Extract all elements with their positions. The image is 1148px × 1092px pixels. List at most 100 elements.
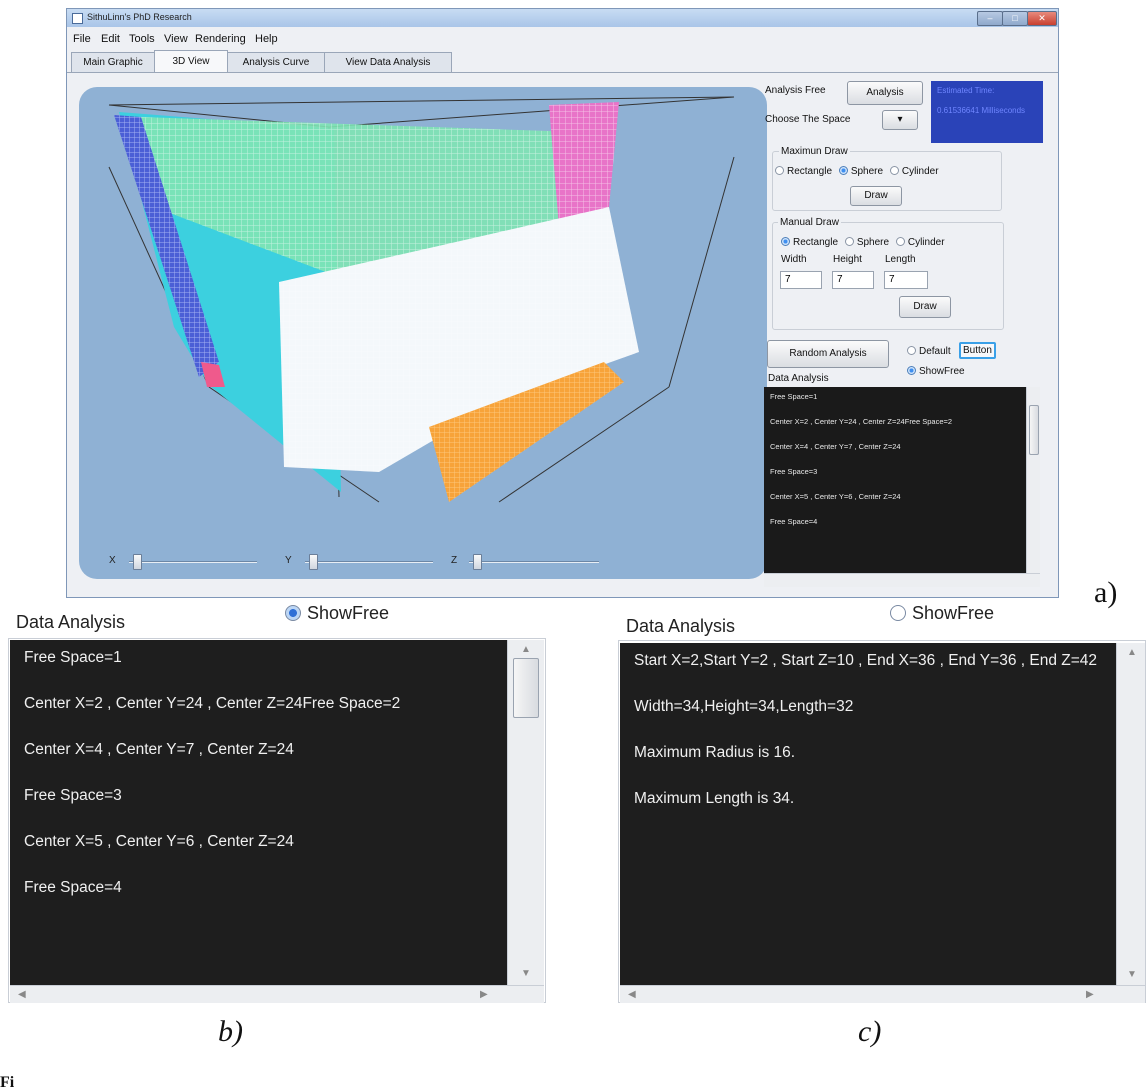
manual-sphere-radio[interactable]: Sphere: [844, 237, 889, 248]
menu-rendering[interactable]: Rendering: [195, 33, 246, 45]
slider-x-track[interactable]: [129, 561, 257, 563]
caption-c: c): [858, 1015, 882, 1048]
slider-y-thumb[interactable]: [309, 554, 318, 570]
output-line: Free Space=3: [770, 467, 818, 476]
scroll-down-icon[interactable]: ▼: [1127, 969, 1137, 980]
data-analysis-label: Data Analysis: [768, 373, 829, 384]
output-line: Width=34,Height=34,Length=32: [634, 698, 854, 715]
manual-draw-title: Manual Draw: [778, 217, 841, 228]
slider-y-track[interactable]: [305, 561, 433, 563]
output-line: Center X=5 , Center Y=6 , Center Z=24: [24, 833, 294, 850]
window-title: SithuLinn's PhD Research: [87, 12, 192, 22]
slider-x-thumb[interactable]: [133, 554, 142, 570]
output-line: Start X=2,Start Y=2 , Start Z=10 , End X…: [634, 652, 1098, 669]
choose-space-label: Choose The Space: [765, 114, 851, 125]
manual-cylinder-radio[interactable]: Cylinder: [895, 237, 945, 248]
close-button[interactable]: ✕: [1027, 11, 1057, 26]
app-window: SithuLinn's PhD Research – □ ✕ File Edit…: [66, 8, 1059, 598]
tab-analysis-curve[interactable]: Analysis Curve: [227, 52, 325, 72]
manual-rectangle-radio[interactable]: Rectangle: [781, 237, 838, 248]
tab-main-graphic[interactable]: Main Graphic: [71, 52, 155, 72]
height-label: Height: [833, 254, 862, 265]
menu-edit[interactable]: Edit: [101, 33, 120, 45]
output-line: Free Space=1: [770, 392, 818, 401]
output-line: Free Space=4: [770, 517, 818, 526]
output-line: Maximum Radius is 16.: [634, 744, 796, 761]
scroll-left-icon[interactable]: ◀: [18, 989, 26, 1000]
output-line: Free Space=1: [24, 649, 122, 666]
scroll-right-icon[interactable]: ▶: [480, 989, 488, 1000]
max-cylinder-radio[interactable]: Cylinder: [889, 166, 939, 177]
panel-b-vscroll-thumb[interactable]: [513, 658, 539, 718]
estimated-time-box: Estimated Time: 0.61536641 Milliseconds: [931, 81, 1043, 143]
scroll-down-icon[interactable]: ▼: [521, 968, 531, 979]
scroll-right-icon[interactable]: ▶: [1086, 989, 1094, 1000]
3d-viewport[interactable]: [79, 87, 767, 579]
menu-tools[interactable]: Tools: [129, 33, 155, 45]
panel-b-output: Free Space=1 Center X=2 , Center Y=24 , …: [10, 640, 507, 985]
default-radio[interactable]: Default: [907, 346, 951, 357]
data-analysis-hscroll[interactable]: [764, 573, 1040, 587]
manual-draw-button[interactable]: Draw: [899, 296, 951, 318]
menu-bar: File Edit Tools View Rendering Help: [67, 29, 1058, 49]
output-line: Center X=2 , Center Y=24 , Center Z=24Fr…: [770, 417, 953, 426]
output-line: Center X=5 , Center Y=6 , Center Z=24: [770, 492, 901, 501]
output-line: Center X=2 , Center Y=24 , Center Z=24Fr…: [24, 695, 401, 712]
slider-y-label: Y: [285, 555, 292, 566]
slider-z-thumb[interactable]: [473, 554, 482, 570]
panel-b-hscroll[interactable]: ◀ ▶: [10, 985, 544, 1003]
tab-3d-view[interactable]: 3D View: [154, 50, 228, 72]
width-input[interactable]: 7: [780, 271, 822, 289]
panel-c-vscroll[interactable]: ▲ ▼: [1116, 643, 1145, 985]
max-rectangle-radio[interactable]: Rectangle: [775, 166, 832, 177]
minimize-button[interactable]: –: [977, 11, 1003, 26]
menu-file[interactable]: File: [73, 33, 91, 45]
maximum-draw-button[interactable]: Draw: [850, 186, 902, 206]
figure-caption-fragment: Fi: [0, 1074, 15, 1091]
estimated-time-value: 0.61536641 Milliseconds: [937, 106, 1026, 115]
maximum-draw-title: Maximun Draw: [779, 146, 850, 157]
analysis-button[interactable]: Analysis: [847, 81, 923, 105]
3d-scene: [108, 96, 735, 503]
output-line: Maximum Length is 34.: [634, 790, 795, 807]
output-line: Free Space=4: [24, 879, 122, 896]
analysis-free-label: Analysis Free: [765, 85, 826, 96]
slider-z-label: Z: [451, 555, 458, 566]
panel-c-hscroll[interactable]: ◀ ▶: [620, 985, 1145, 1003]
width-label: Width: [781, 254, 807, 265]
length-label: Length: [885, 254, 916, 265]
panel-b-vscroll[interactable]: ▲ ▼: [507, 640, 544, 985]
data-analysis-output: Free Space=1 Center X=2 , Center Y=24 , …: [764, 387, 1026, 573]
max-sphere-radio[interactable]: Sphere: [838, 166, 883, 177]
output-line: Center X=4 , Center Y=7 , Center Z=24: [24, 741, 294, 758]
app-icon: [72, 13, 83, 24]
maximum-draw-options: Rectangle Sphere Cylinder: [775, 166, 939, 177]
showfree-radio[interactable]: ShowFree: [907, 366, 965, 377]
menu-help[interactable]: Help: [255, 33, 278, 45]
maximize-button[interactable]: □: [1002, 11, 1028, 26]
output-line: Free Space=3: [24, 787, 122, 804]
length-input[interactable]: 7: [884, 271, 928, 289]
manual-draw-options: Rectangle Sphere Cylinder: [781, 237, 945, 248]
button-toggle[interactable]: Button: [959, 342, 996, 359]
data-analysis-vscroll[interactable]: [1026, 387, 1040, 573]
scroll-left-icon[interactable]: ◀: [628, 989, 636, 1000]
scroll-up-icon[interactable]: ▲: [521, 644, 531, 655]
choose-space-dropdown[interactable]: ▾: [882, 110, 918, 130]
title-bar: SithuLinn's PhD Research – □ ✕: [67, 9, 1058, 27]
slider-z-track[interactable]: [469, 561, 599, 563]
panel-b-showfree-radio[interactable]: ShowFree: [285, 603, 389, 624]
tab-divider: [67, 72, 1058, 73]
panel-c-output: Start X=2,Start Y=2 , Start Z=10 , End X…: [620, 643, 1116, 985]
menu-view[interactable]: View: [164, 33, 188, 45]
random-analysis-button[interactable]: Random Analysis: [767, 340, 889, 368]
tab-view-data-analysis[interactable]: View Data Analysis: [324, 52, 452, 72]
scroll-up-icon[interactable]: ▲: [1127, 647, 1137, 658]
slider-x-label: X: [109, 555, 116, 566]
height-input[interactable]: 7: [832, 271, 874, 289]
panel-b-title: Data Analysis: [16, 612, 126, 632]
estimated-time-label: Estimated Time:: [937, 86, 995, 95]
panel-c-showfree-radio[interactable]: ShowFree: [890, 603, 994, 624]
output-line: Center X=4 , Center Y=7 , Center Z=24: [770, 442, 901, 451]
vscroll-thumb[interactable]: [1029, 405, 1039, 455]
